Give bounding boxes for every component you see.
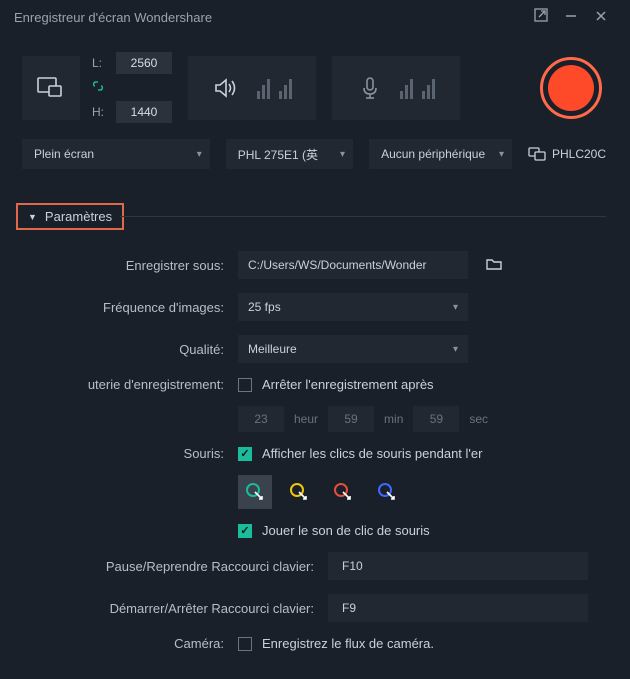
monitor-button[interactable]: PHLC20C — [528, 147, 608, 161]
timer-seconds-unit: sec — [469, 412, 488, 426]
camera-checkbox[interactable] — [238, 637, 252, 651]
camera-label: Caméra: — [28, 636, 238, 651]
start-hotkey-label: Démarrer/Arrêter Raccourci clavier: — [28, 601, 328, 616]
quality-select[interactable]: Meilleure ▾ — [238, 335, 468, 363]
show-clicks-label: Afficher les clics de souris pendant l'e… — [262, 446, 482, 461]
device-row: Plein écran ▾ PHL 275E1 (英 ▾ Aucun périp… — [0, 133, 630, 183]
cursor-color-green[interactable] — [238, 475, 272, 509]
width-input[interactable]: 2560 — [116, 52, 172, 74]
screen-icon — [36, 76, 66, 100]
chevron-down-icon: ▾ — [499, 149, 504, 160]
click-sound-label: Jouer le son de clic de souris — [262, 523, 430, 538]
lock-aspect-icon[interactable] — [92, 80, 104, 95]
parameters-form: Enregistrer sous: C:/Users/WS/Documents/… — [0, 249, 630, 679]
cursor-color-yellow[interactable] — [282, 475, 316, 509]
audio-level-icon — [257, 77, 292, 99]
show-clicks-checkbox[interactable] — [238, 447, 252, 461]
pause-hotkey-value: F10 — [342, 559, 363, 573]
quality-label: Qualité: — [28, 342, 238, 357]
separator — [120, 216, 606, 217]
cursor-color-red[interactable] — [326, 475, 360, 509]
quality-value: Meilleure — [248, 342, 297, 356]
save-path-value: C:/Users/WS/Documents/Wonder — [248, 258, 427, 272]
title-bar: Enregistreur d'écran Wondershare — [0, 0, 630, 34]
timer-hours-unit: heur — [294, 412, 318, 426]
height-input[interactable]: 1440 — [116, 101, 172, 123]
dimensions: L: 2560 H: 1440 — [92, 52, 172, 123]
timer-seconds-input[interactable]: 59 — [413, 406, 459, 432]
click-sound-checkbox[interactable] — [238, 524, 252, 538]
chevron-down-icon: ▾ — [340, 149, 345, 160]
window-title: Enregistreur d'écran Wondershare — [14, 10, 526, 25]
start-hotkey-value: F9 — [342, 601, 356, 615]
start-hotkey-input[interactable]: F9 — [328, 594, 588, 622]
timer-minutes-input[interactable]: 59 — [328, 406, 374, 432]
cursor-color-blue[interactable] — [370, 475, 404, 509]
fps-select[interactable]: 25 fps ▾ — [238, 293, 468, 321]
microphone-icon — [358, 75, 382, 101]
top-panel: L: 2560 H: 1440 — [0, 34, 630, 133]
mouse-label: Souris: — [28, 446, 238, 461]
chevron-down-icon: ▾ — [197, 149, 202, 160]
timer-checkbox-label: Arrêter l'enregistrement après — [262, 377, 434, 392]
speaker-icon — [213, 75, 239, 101]
timer-minutes-unit: min — [384, 412, 403, 426]
microphone-block[interactable] — [332, 56, 460, 120]
capture-screen-button[interactable] — [22, 56, 80, 120]
pause-hotkey-input[interactable]: F10 — [328, 552, 588, 580]
mic-device-label: Aucun périphérique — [381, 147, 485, 161]
pause-hotkey-label: Pause/Reprendre Raccourci clavier: — [28, 559, 328, 574]
parameters-label: Paramètres — [45, 209, 112, 224]
popout-icon[interactable] — [526, 8, 556, 26]
audio-device-label: PHL 275E1 (英 — [238, 146, 318, 163]
folder-icon[interactable] — [486, 257, 502, 273]
minimize-icon[interactable] — [556, 9, 586, 26]
camera-checkbox-label: Enregistrez le flux de caméra. — [262, 636, 434, 651]
record-icon — [548, 65, 594, 111]
triangle-down-icon: ▼ — [28, 212, 37, 222]
timer-label: uterie d'enregistrement: — [28, 377, 238, 392]
monitor-label: PHLC20C — [552, 147, 606, 161]
close-icon[interactable] — [586, 9, 616, 26]
chevron-down-icon: ▾ — [453, 302, 458, 313]
record-button[interactable] — [540, 57, 602, 119]
timer-hours-input[interactable]: 23 — [238, 406, 284, 432]
chevron-down-icon: ▾ — [453, 344, 458, 355]
parameters-toggle[interactable]: ▼ Paramètres — [16, 203, 124, 230]
mic-device-select[interactable]: Aucun périphérique ▾ — [369, 139, 512, 169]
fps-label: Fréquence d'images: — [28, 300, 238, 315]
screen-block: L: 2560 H: 1440 — [22, 52, 172, 123]
audio-device-select[interactable]: PHL 275E1 (英 ▾ — [226, 139, 353, 169]
timer-checkbox[interactable] — [238, 378, 252, 392]
save-path-input[interactable]: C:/Users/WS/Documents/Wonder — [238, 251, 468, 279]
monitor-icon — [528, 147, 546, 161]
mic-level-icon — [400, 77, 435, 99]
cursor-color-options — [238, 475, 602, 509]
fps-value: 25 fps — [248, 300, 281, 314]
width-label: L: — [92, 56, 106, 70]
capture-mode-label: Plein écran — [34, 147, 94, 161]
system-audio-block[interactable] — [188, 56, 316, 120]
save-as-label: Enregistrer sous: — [28, 258, 238, 273]
capture-mode-select[interactable]: Plein écran ▾ — [22, 139, 210, 169]
height-label: H: — [92, 105, 106, 119]
